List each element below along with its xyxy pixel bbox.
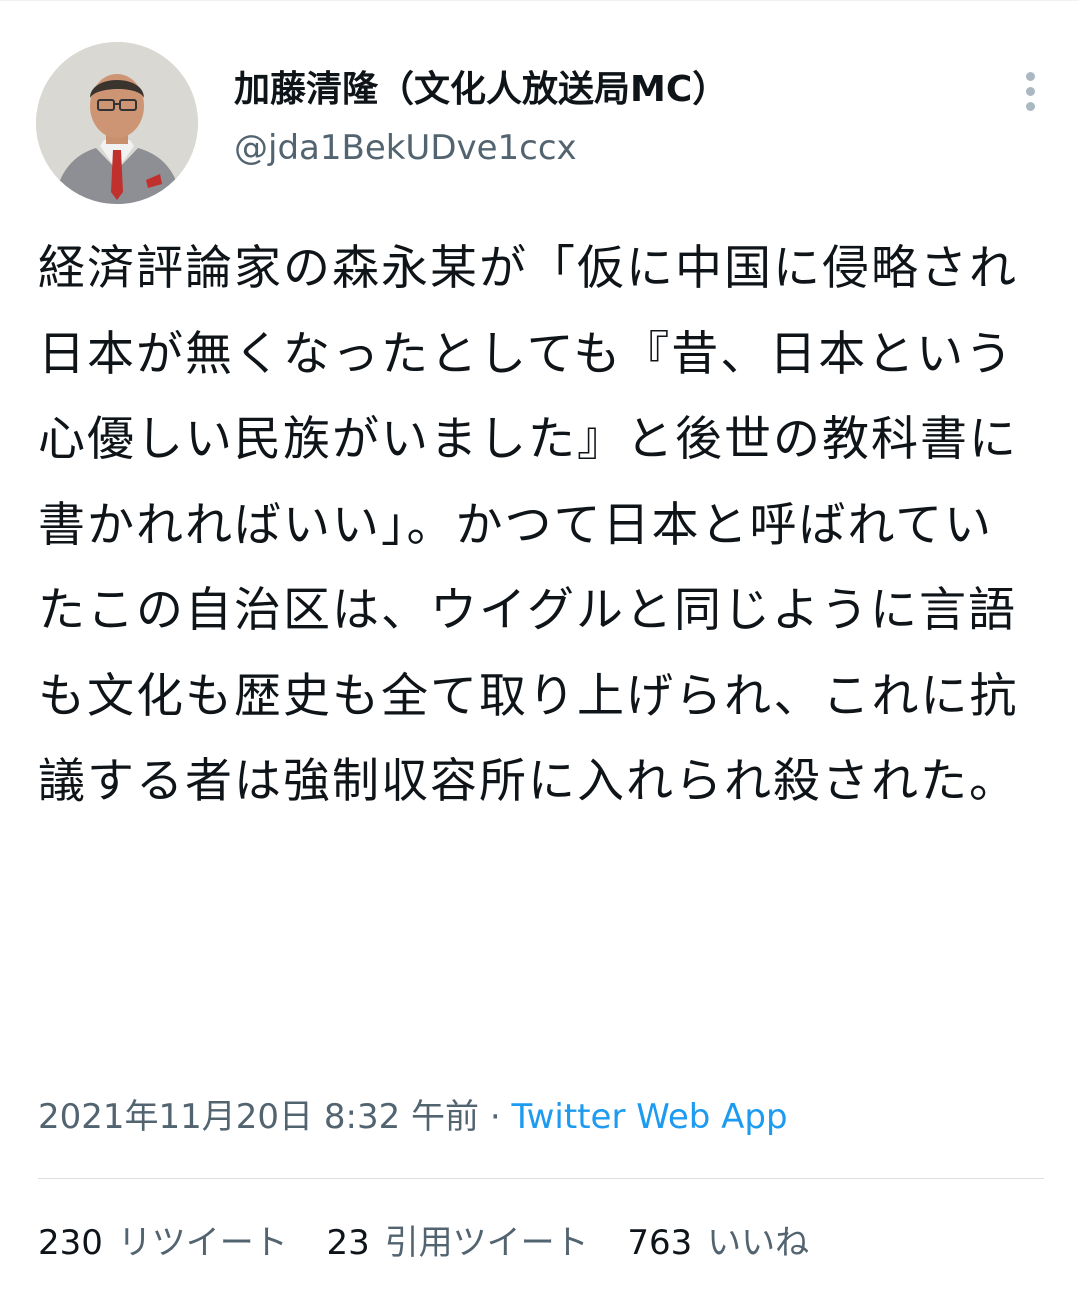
likes-stat[interactable]: 763 いいね xyxy=(627,1218,809,1268)
quotes-count: 23 xyxy=(326,1223,370,1263)
likes-label: いいね xyxy=(707,1223,810,1263)
meta-divider xyxy=(38,1178,1044,1179)
top-divider xyxy=(0,0,1079,1)
meta-separator: · xyxy=(479,1097,512,1137)
avatar-image xyxy=(36,42,198,204)
tweet-header: 加藤清隆（文化人放送局MC） @jda1BekUDve1ccx xyxy=(36,42,1046,207)
quotes-stat[interactable]: 23 引用ツイート xyxy=(327,1218,589,1268)
tweet-timestamp[interactable]: 2021年11月20日 8:32 午前 xyxy=(38,1097,479,1137)
author-handle[interactable]: @jda1BekUDve1ccx xyxy=(234,126,728,170)
tweet-source-link[interactable]: Twitter Web App xyxy=(511,1097,787,1137)
retweets-stat[interactable]: 230 リツイート xyxy=(38,1218,288,1268)
tweet-text: 経済評論家の森永某が「仮に中国に侵略され日本が無くなったとしても『昔、日本という… xyxy=(38,241,1019,809)
author-names: 加藤清隆（文化人放送局MC） @jda1BekUDve1ccx xyxy=(234,66,728,170)
tweet-stats: 230 リツイート 23 引用ツイート 763 いいね xyxy=(38,1218,837,1268)
likes-count: 763 xyxy=(627,1223,693,1263)
tweet-meta: 2021年11月20日 8:32 午前 · Twitter Web App xyxy=(38,1092,788,1142)
more-options-button[interactable] xyxy=(1016,72,1046,112)
retweets-count: 230 xyxy=(38,1223,103,1263)
quotes-label: 引用ツイート xyxy=(384,1223,589,1263)
author-display-name[interactable]: 加藤清隆（文化人放送局MC） xyxy=(234,66,728,114)
avatar[interactable] xyxy=(36,42,198,204)
retweets-label: リツイート xyxy=(117,1223,288,1263)
